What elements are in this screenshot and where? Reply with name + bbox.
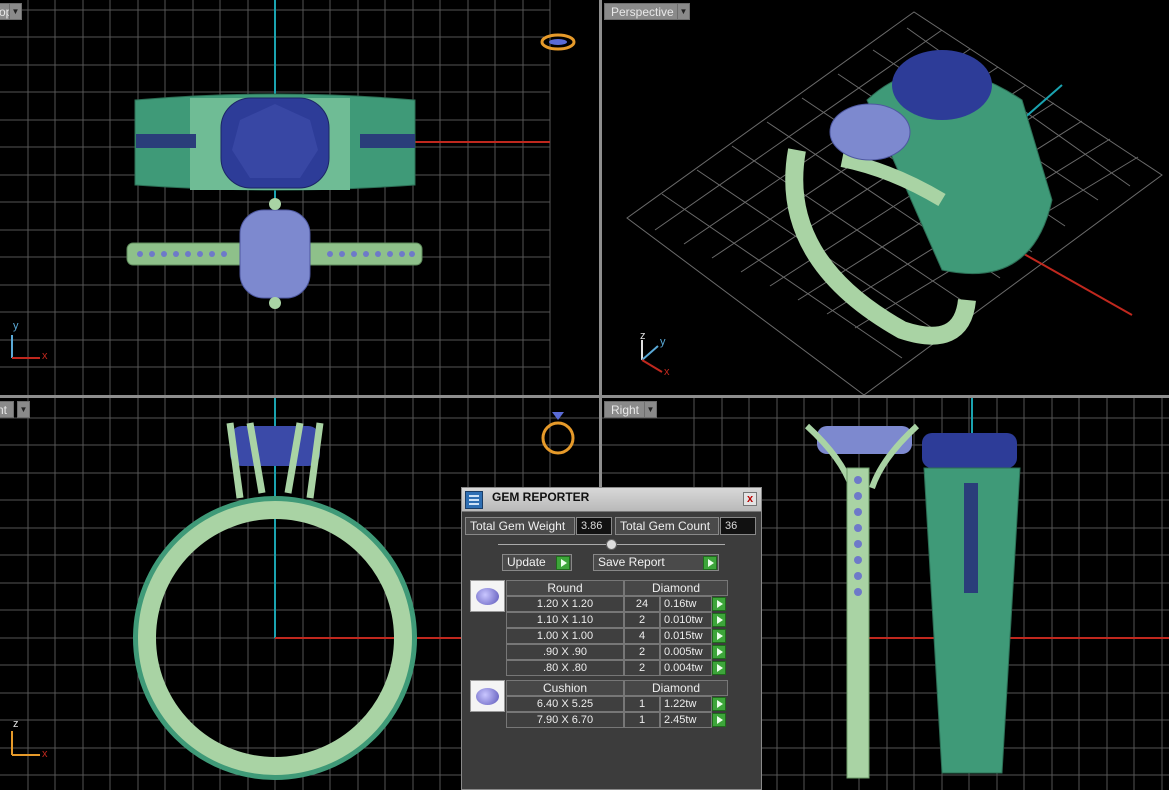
update-button[interactable]: Update [502,554,572,571]
engagement-ring-side [804,423,920,779]
axis-label-y: y [13,320,19,332]
shape-header: Cushion [506,680,624,696]
size-cell: 1.10 X 1.10 [506,612,624,628]
panel-slider-knob[interactable] [606,539,617,550]
row-go-icon[interactable] [712,613,726,627]
perspective-grid [626,11,1163,395]
gem-reporter-panel: GEM REPORTER x Total Gem Weight 3.86 Tot… [461,487,762,790]
viewport-top-dropdown-icon[interactable]: ▼ [9,3,22,20]
weight-cell: 0.005tw [660,644,712,660]
table-row[interactable]: 1.00 X 1.00 4 0.015tw [506,628,728,644]
count-cell: 1 [624,696,660,712]
viewport-perspective-label[interactable]: Perspective [604,3,681,20]
size-cell: 1.20 X 1.20 [506,596,624,612]
table-row[interactable]: 6.40 X 5.25 1 1.22tw [506,696,728,712]
axis-gizmo-perspective [641,340,663,373]
viewport-right-label[interactable]: Right [604,401,647,418]
count-cell: 2 [624,644,660,660]
viewport-top[interactable]: Top ▼ y x [0,0,599,395]
weight-cell: 0.004tw [660,660,712,676]
axis-gizmo-front [11,731,40,756]
size-cell: .90 X .90 [506,644,624,660]
material-header: Diamond [624,680,728,696]
axis-label-z: z [640,330,646,342]
row-go-icon[interactable] [712,597,726,611]
table-row[interactable]: 7.90 X 6.70 1 2.45tw [506,712,728,728]
viewport-perspective[interactable]: Perspective ▼ z y x [602,0,1169,395]
count-cell: 2 [624,612,660,628]
axis-label-z: z [13,718,19,730]
center-stone-top [220,97,330,189]
viewport-perspective-dropdown-icon[interactable]: ▼ [677,3,690,20]
weight-cell: 1.22tw [660,696,712,712]
engagement-ring-top [126,198,423,309]
round-gem-thumbnail-icon[interactable] [470,580,505,612]
save-report-button-label: Save Report [598,555,665,569]
row-go-icon[interactable] [712,645,726,659]
table-header: Round Diamond [506,580,728,596]
gem-table-round: Round Diamond 1.20 X 1.20 24 0.16tw 1.10… [506,580,728,676]
axis-label-x: x [42,748,48,760]
weight-cell: 0.16tw [660,596,712,612]
viewport-top-canvas [0,0,576,395]
cushion-gem-thumbnail-icon[interactable] [470,680,505,712]
axis-label-y: y [660,336,666,348]
gem-totals-row: Total Gem Weight 3.86 Total Gem Count 36 [465,517,758,535]
weight-cell: 2.45tw [660,712,712,728]
row-go-icon[interactable] [712,713,726,727]
size-cell: 6.40 X 5.25 [506,696,624,712]
total-gem-count-label: Total Gem Count [615,517,719,535]
axis-label-x: x [664,366,670,378]
axis-label-x: x [42,350,48,362]
view-cube-icon [540,33,576,51]
viewport-perspective-canvas [626,11,1163,395]
table-row[interactable]: .90 X .90 2 0.005tw [506,644,728,660]
shape-header: Round [506,580,624,596]
update-button-label: Update [507,555,546,569]
axis-gizmo-top [11,335,40,359]
size-cell: 1.00 X 1.00 [506,628,624,644]
gem-reporter-icon [465,491,483,509]
band-ring-perspective [866,50,1053,275]
total-gem-weight-value: 3.86 [576,517,612,535]
weight-cell: 0.010tw [660,612,712,628]
material-header: Diamond [624,580,728,596]
gem-reporter-titlebar[interactable]: GEM REPORTER x [462,488,761,512]
row-go-icon[interactable] [712,661,726,675]
close-button[interactable]: x [743,492,757,506]
table-row[interactable]: 1.20 X 1.20 24 0.16tw [506,596,728,612]
save-report-go-icon[interactable] [703,556,717,570]
table-row[interactable]: .80 X .80 2 0.004tw [506,660,728,676]
update-go-icon[interactable] [556,556,570,570]
count-cell: 24 [624,596,660,612]
count-cell: 2 [624,660,660,676]
size-cell: .80 X .80 [506,660,624,676]
viewport-splitter-horizontal[interactable] [0,395,1169,398]
count-cell: 4 [624,628,660,644]
weight-cell: 0.015tw [660,628,712,644]
table-header: Cushion Diamond [506,680,728,696]
total-gem-count-value: 36 [720,517,756,535]
count-cell: 1 [624,712,660,728]
row-go-icon[interactable] [712,697,726,711]
viewport-front-label[interactable]: Front [0,401,15,418]
gem-table-cushion: Cushion Diamond 6.40 X 5.25 1 1.22tw 7.9… [506,680,728,728]
band-ring-side [922,433,1021,774]
table-row[interactable]: 1.10 X 1.10 2 0.010tw [506,612,728,628]
row-go-icon[interactable] [712,629,726,643]
gem-reporter-title: GEM REPORTER [492,490,590,504]
size-cell: 7.90 X 6.70 [506,712,624,728]
total-gem-weight-label: Total Gem Weight [465,517,575,535]
viewport-right-dropdown-icon[interactable]: ▼ [644,401,657,418]
viewport-front-dropdown-icon[interactable]: ▼ [17,401,30,418]
save-report-button[interactable]: Save Report [593,554,719,571]
